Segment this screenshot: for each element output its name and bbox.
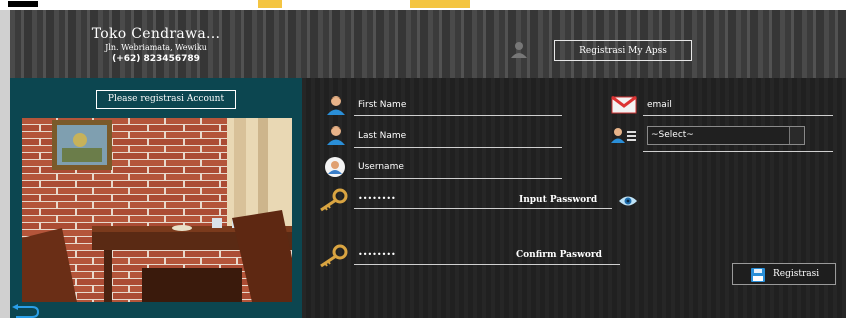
restaurant-interior-photo <box>22 118 292 302</box>
role-select-underline <box>643 151 833 152</box>
top-strip-accent <box>410 0 470 8</box>
role-select[interactable]: ~Select~ <box>647 126 805 145</box>
account-circle-icon <box>325 157 345 177</box>
eye-icon[interactable] <box>618 194 638 208</box>
password-hint: Input Password <box>519 195 598 205</box>
shop-info: Toko Cendrawa... Jln. Webriamata, Wewiku… <box>10 10 302 78</box>
first-name-input[interactable] <box>354 115 562 116</box>
registrasi-button-label: Registrasi <box>773 269 820 279</box>
registrasi-button[interactable]: Registrasi <box>732 263 836 285</box>
key-icon <box>320 244 348 268</box>
confirm-password-value[interactable]: •••••••• <box>358 250 396 259</box>
user-icon <box>327 96 345 115</box>
email-label: email <box>647 100 672 110</box>
confirm-password-hint: Confirm Pasword <box>516 250 602 260</box>
floppy-disk-icon <box>751 268 765 282</box>
window-edge <box>0 10 10 318</box>
username-input[interactable] <box>354 178 562 179</box>
shop-name: Toko Cendrawa... <box>91 26 221 42</box>
chevron-down-icon[interactable] <box>789 127 804 144</box>
user-icon <box>327 126 345 145</box>
shop-address: Jln. Webriamata, Wewiku <box>105 43 207 52</box>
first-name-label: First Name <box>358 100 407 110</box>
top-strip-mark <box>8 1 38 7</box>
user-list-icon <box>611 128 636 143</box>
password-input-value[interactable]: •••••••• <box>358 194 396 203</box>
password-input[interactable] <box>354 208 612 209</box>
email-input[interactable] <box>643 115 833 116</box>
last-name-input[interactable] <box>354 147 562 148</box>
username-label: Username <box>358 162 404 172</box>
key-icon <box>320 188 348 212</box>
user-icon <box>511 42 527 58</box>
confirm-password-input[interactable] <box>354 264 620 265</box>
mail-icon <box>611 95 637 114</box>
register-account-button[interactable]: Please registrasi Account <box>96 90 236 109</box>
shop-phone: (+62) 823456789 <box>112 54 200 64</box>
title-button[interactable]: Registrasi My Apss <box>554 40 692 61</box>
last-name-label: Last Name <box>358 131 407 141</box>
role-select-value: ~Select~ <box>651 130 694 140</box>
top-strip-accent <box>258 0 282 8</box>
back-arrow-icon[interactable] <box>10 304 40 318</box>
